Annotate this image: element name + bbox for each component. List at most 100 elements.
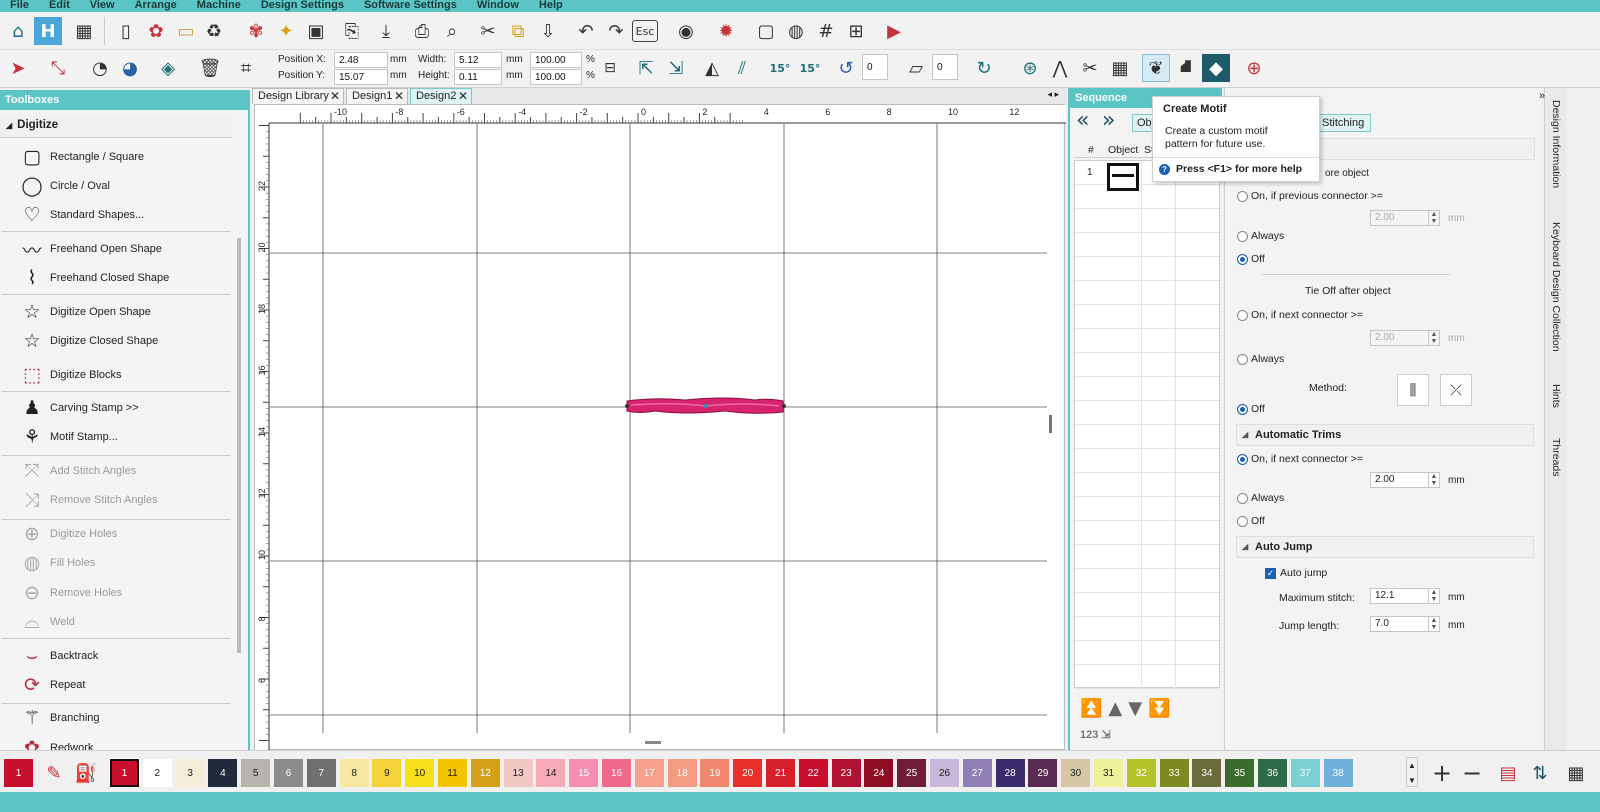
tool-rectangle-square[interactable]: ▢ Rectangle / Square — [18, 143, 228, 171]
tie-in-value-input[interactable]: 2.00 ▲ ▼ — [1370, 210, 1440, 226]
resize-icon[interactable]: ⇱ — [632, 54, 660, 82]
rotate-left-icon[interactable]: 15° — [766, 54, 794, 82]
table-row[interactable] — [1075, 257, 1219, 281]
color-swatch[interactable]: 30 — [1061, 759, 1091, 787]
color-swatch[interactable]: 11 — [438, 759, 467, 787]
lock-ratio-icon[interactable]: ⊟ — [596, 54, 624, 82]
trim-on-radio[interactable]: On, if next connector >= — [1237, 453, 1363, 465]
library-icon[interactable]: ▦ — [70, 17, 98, 45]
color-swatch[interactable]: 8 — [339, 759, 369, 787]
crop-icon[interactable]: ⌗ — [232, 54, 260, 82]
rotate-angle-input[interactable] — [862, 54, 888, 80]
slant-angle-input[interactable] — [932, 54, 958, 80]
tool-add-stitch-angles[interactable]: ⤧ Add Stitch Angles — [18, 457, 228, 485]
table-row[interactable] — [1075, 377, 1219, 401]
tab-design2[interactable]: Design2 ✕ — [410, 88, 472, 104]
scale-width-input[interactable] — [530, 52, 582, 68]
trim-off-radio[interactable]: Off — [1237, 515, 1265, 527]
color-swatch[interactable]: 3 — [175, 759, 205, 787]
thread-palette-icon[interactable]: ▦ — [1562, 759, 1590, 787]
color-swatch[interactable]: 12 — [470, 759, 500, 787]
expand-icon[interactable]: » — [1539, 90, 1545, 102]
table-row[interactable] — [1075, 209, 1219, 233]
close-icon[interactable]: ✕ — [458, 89, 468, 103]
tie-method-1-icon[interactable]: ⫼ — [1397, 374, 1429, 406]
color-swatch[interactable]: 1 — [109, 758, 140, 788]
table-row[interactable] — [1075, 617, 1219, 641]
tool-standard-shapes[interactable]: ♡ Standard Shapes... — [18, 201, 228, 229]
color-swatch[interactable]: 10 — [405, 759, 435, 787]
color-swatch[interactable]: 13 — [503, 759, 533, 787]
color-swatch[interactable]: 20 — [733, 759, 763, 787]
tool-digitize-open-shape[interactable]: ☆ Digitize Open Shape — [18, 298, 228, 326]
triangle-icon[interactable]: ⋀ — [1046, 54, 1074, 82]
next-icon[interactable]: » — [1102, 108, 1115, 133]
view-icon[interactable]: ◉ — [672, 17, 700, 45]
play-icon[interactable]: ▶ — [880, 17, 908, 45]
tool-branching[interactable]: ⚚ Branching — [18, 704, 228, 732]
table-row[interactable] — [1075, 401, 1219, 425]
motif-fill-icon[interactable]: ⛘ — [1172, 54, 1200, 82]
tool-digitize-closed-shape[interactable]: ☆ Digitize Closed Shape — [18, 327, 228, 355]
table-row[interactable] — [1075, 449, 1219, 473]
color-swatch[interactable]: 18 — [667, 759, 697, 787]
table-row[interactable] — [1075, 497, 1219, 521]
tool-freehand-closed-shape[interactable]: ⌇ Freehand Closed Shape — [18, 264, 228, 292]
tab-scroll-arrows-icon[interactable]: ◂ ▸ — [1047, 89, 1059, 100]
settings-gear-icon[interactable]: ✹ — [712, 17, 740, 45]
tool-carving-stamp[interactable]: ♟ Carving Stamp >> — [18, 394, 228, 422]
table-row[interactable] — [1075, 281, 1219, 305]
color-swatch[interactable]: 6 — [274, 759, 303, 787]
tool-weld[interactable]: ⌓ Weld — [18, 608, 228, 636]
hatch-icon[interactable]: H — [34, 17, 62, 45]
point-select-icon[interactable]: ⤡ — [44, 54, 72, 82]
color-swatch[interactable]: 26 — [930, 759, 959, 787]
tool-fill-holes[interactable]: ◍ Fill Holes — [18, 549, 228, 577]
tab-design-library[interactable]: Design Library ✕ — [252, 88, 344, 104]
color-swatch[interactable]: 23 — [831, 759, 861, 787]
tab-design1[interactable]: Design1 ✕ — [346, 88, 408, 104]
paint-bucket-icon[interactable]: ⛽ — [72, 759, 100, 787]
close-icon[interactable]: ✕ — [394, 89, 404, 103]
globe-icon[interactable]: ◍ — [782, 17, 810, 45]
tab-stitching[interactable]: Stitching — [1317, 114, 1371, 132]
resize-corner-icon[interactable]: ⇲ — [662, 54, 690, 82]
tool-repeat[interactable]: ⟳ Repeat — [18, 671, 228, 699]
copy-icon[interactable]: ⧉ — [504, 17, 532, 45]
import-icon[interactable]: ✾ — [242, 17, 270, 45]
color-swatch[interactable]: 2 — [142, 759, 172, 787]
color-swatch[interactable]: 31 — [1094, 759, 1123, 787]
table-row[interactable] — [1075, 545, 1219, 569]
new-file-icon[interactable]: ▯ — [112, 17, 140, 45]
color-swatch[interactable]: 15 — [569, 759, 599, 787]
stitch-view-icon[interactable]: ⊛ — [1016, 54, 1044, 82]
jump-length-input[interactable]: 7.0 ▲ ▼ — [1370, 616, 1440, 632]
home-icon[interactable]: ⌂ — [4, 17, 32, 45]
auto-jump-header[interactable]: Auto Jump — [1236, 536, 1534, 558]
slant-icon[interactable]: ⏥ — [902, 54, 930, 82]
tie-off-off-radio[interactable]: Off — [1237, 403, 1265, 415]
color-swatch[interactable]: 24 — [864, 759, 894, 787]
tool-digitize-blocks[interactable]: ⬚ Digitize Blocks — [18, 361, 228, 389]
cut-icon[interactable]: ✂ — [474, 17, 502, 45]
color-swatch[interactable]: 35 — [1225, 759, 1255, 787]
fill-pattern-icon[interactable]: ▦ — [1106, 54, 1134, 82]
new-design-icon[interactable]: ✿ — [142, 17, 170, 45]
position-y-input[interactable] — [334, 69, 388, 85]
scale-height-input[interactable] — [530, 69, 582, 85]
tie-off-always-radio[interactable]: Always — [1237, 353, 1284, 365]
table-row[interactable] — [1075, 641, 1219, 665]
print-icon[interactable]: ⎙ — [408, 17, 436, 45]
tool-remove-stitch-angles[interactable]: ⤨ Remove Stitch Angles — [18, 486, 228, 514]
table-row[interactable] — [1075, 233, 1219, 257]
ruler-grid-icon[interactable]: ⊞ — [842, 17, 870, 45]
escape-icon[interactable]: Esc — [632, 20, 658, 42]
thread-icon[interactable]: ▤ — [1494, 759, 1522, 787]
undo-icon[interactable]: ↶ — [572, 17, 600, 45]
side-tab-hints[interactable]: Hints — [1546, 384, 1566, 432]
save-icon[interactable]: ▣ — [302, 17, 330, 45]
download-icon[interactable]: ⤓ — [372, 17, 400, 45]
color-swatch[interactable]: 9 — [372, 759, 402, 787]
color-swatch[interactable]: 22 — [798, 759, 828, 787]
automatic-trims-header[interactable]: Automatic Trims — [1236, 424, 1534, 446]
